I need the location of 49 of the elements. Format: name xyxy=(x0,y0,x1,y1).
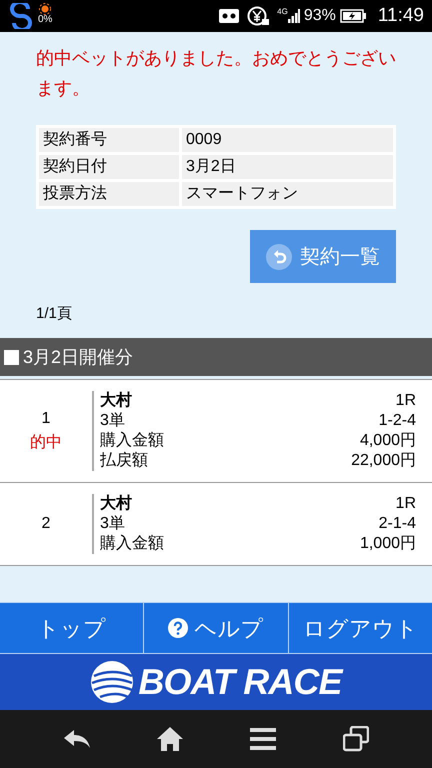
logo-text: BOAT RACE xyxy=(138,660,342,704)
bet-value: 22,000円 xyxy=(351,451,416,471)
battery-percent: 93% xyxy=(304,6,336,26)
table-cell: 投票方法 xyxy=(39,182,179,206)
menu-icon[interactable] xyxy=(250,728,276,750)
bet-label: 3単 xyxy=(100,411,125,431)
bet-number: 2 xyxy=(42,514,50,534)
table-cell: 契約日付 xyxy=(39,155,179,179)
sun-icon xyxy=(39,3,52,15)
nav-button[interactable]: トップ xyxy=(0,603,144,653)
section-title: 3月2日開催分 xyxy=(23,346,134,368)
bet-label: 購入金額 xyxy=(100,534,164,554)
app-logo-icon xyxy=(8,3,34,29)
page-indicator: 1/1頁 xyxy=(35,304,73,324)
bet-value: 4,000円 xyxy=(360,431,416,451)
table-cell: 0009 xyxy=(182,128,393,152)
bet-value: 1R xyxy=(396,494,416,514)
battery-charging-icon xyxy=(340,9,366,23)
success-message: 的中ベットがありました。おめでとうございます。 xyxy=(35,47,397,100)
contract-list-button[interactable]: 契約一覧 xyxy=(250,230,396,283)
bet-label: 購入金額 xyxy=(100,431,164,451)
bet-value: 2-1-4 xyxy=(378,514,416,534)
bet-label: 払戻額 xyxy=(100,451,148,471)
nav-button[interactable]: ログアウト xyxy=(288,603,432,653)
help-icon xyxy=(168,618,188,638)
recent-apps-icon[interactable] xyxy=(342,726,368,752)
bet-value: 1,000円 xyxy=(360,534,416,554)
bet-label: 3単 xyxy=(100,514,125,534)
square-icon xyxy=(4,350,19,364)
nav-button[interactable]: ヘルプ xyxy=(143,603,288,653)
table-cell: 3月2日 xyxy=(182,155,393,179)
back-icon[interactable] xyxy=(64,730,90,748)
signal-icon xyxy=(288,9,300,23)
network-type: 4G xyxy=(277,8,288,16)
yen-lock-icon xyxy=(247,6,270,26)
bet-value: 1R xyxy=(396,391,416,411)
table-cell: 契約番号 xyxy=(39,128,179,152)
hit-label: 的中 xyxy=(30,432,62,453)
home-icon[interactable] xyxy=(156,727,182,751)
logo-icon xyxy=(90,660,134,704)
return-icon xyxy=(266,244,292,270)
bet-label: 大村 xyxy=(100,391,132,411)
bet-value: 1-2-4 xyxy=(378,411,416,431)
clock: 11:49 xyxy=(378,4,424,28)
bet-number: 1 xyxy=(42,409,50,429)
table-cell: スマートフォン xyxy=(182,182,393,206)
bet-label: 大村 xyxy=(100,494,132,514)
usage-percent: 0% xyxy=(38,15,52,25)
voicemail-icon xyxy=(219,9,240,23)
